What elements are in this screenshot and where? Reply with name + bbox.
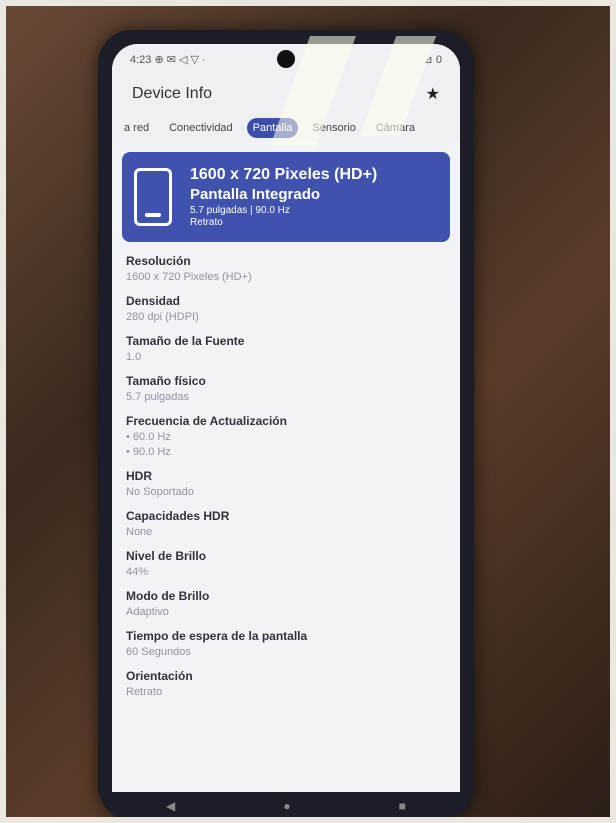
item-key: Tamaño físico xyxy=(126,374,206,388)
item-key: Orientación xyxy=(126,669,193,683)
list-item: Nivel de Brillo 44% xyxy=(126,549,446,578)
status-bar: 4:23 ⊕ ✉ ◁ ▽ · ⊿ 0 xyxy=(112,44,460,74)
list-item: Resolución 1600 x 720 Pixeles (HD+) xyxy=(126,254,446,283)
item-value: None xyxy=(126,526,153,538)
status-left: 4:23 ⊕ ✉ ◁ ▽ · xyxy=(130,53,206,66)
list-item: Modo de Brillo Adaptivo xyxy=(126,589,446,618)
tab-conectividad[interactable]: Conectividad xyxy=(163,118,239,138)
list-item: Tiempo de espera de la pantalla 60 Segun… xyxy=(126,629,446,658)
front-camera xyxy=(277,50,295,68)
list-item: Tamaño físico 5.7 pulgadas xyxy=(126,374,446,403)
item-value: 1.0 xyxy=(126,351,142,363)
hero-resolution: 1600 x 720 Pixeles (HD+) xyxy=(190,166,378,183)
hero-type: Pantalla Integrado xyxy=(190,186,321,203)
item-value: • 60.0 Hz xyxy=(126,431,171,443)
list-item: Tamaño de la Fuente 1.0 xyxy=(126,334,446,363)
item-key: HDR xyxy=(126,469,152,483)
hero-specs: 5.7 pulgadas | 90.0 Hz xyxy=(190,205,290,216)
list-item: Densidad 280 dpi (HDPI) xyxy=(126,294,446,323)
item-key: Nivel de Brillo xyxy=(126,549,207,563)
item-value: 1600 x 720 Pixeles (HD+) xyxy=(126,271,252,283)
item-key: Modo de Brillo xyxy=(126,589,210,603)
recents-icon[interactable]: ■ xyxy=(399,799,406,813)
list-item: Orientación Retrato xyxy=(126,669,446,698)
display-summary-card: 1600 x 720 Pixeles (HD+) Pantalla Integr… xyxy=(122,152,450,242)
tab-camara[interactable]: Cámara xyxy=(370,118,421,138)
item-value: 44% xyxy=(126,566,149,578)
home-icon[interactable]: ● xyxy=(283,799,290,813)
screen: 4:23 ⊕ ✉ ◁ ▽ · ⊿ 0 Device Info ★ a red C… xyxy=(112,44,460,792)
status-right: ⊿ 0 xyxy=(423,53,442,66)
back-icon[interactable]: ◀ xyxy=(166,799,175,813)
system-nav-bar: ◀ ● ■ xyxy=(112,792,460,820)
list-item: HDR No Soportado xyxy=(126,469,446,498)
item-value: 60 Segundos xyxy=(126,646,191,658)
item-value-2: • 90.0 Hz xyxy=(126,446,171,458)
phone-device: 4:23 ⊕ ✉ ◁ ▽ · ⊿ 0 Device Info ★ a red C… xyxy=(98,30,474,820)
phone-screen-icon xyxy=(134,168,172,226)
item-key: Densidad xyxy=(126,294,181,308)
item-key: Frecuencia de Actualización xyxy=(126,414,287,428)
item-value: 5.7 pulgadas xyxy=(126,391,189,403)
list-item: Capacidades HDR None xyxy=(126,509,446,538)
tab-sensorio[interactable]: Sensorio xyxy=(306,118,361,138)
item-value: 280 dpi (HDPI) xyxy=(126,311,199,323)
tab-pantalla[interactable]: Pantalla xyxy=(246,118,299,138)
tab-bar: a red Conectividad Pantalla Sensorio Cám… xyxy=(112,114,460,142)
item-key: Resolución xyxy=(126,254,191,268)
item-key: Capacidades HDR xyxy=(126,509,230,523)
tab-red[interactable]: a red xyxy=(118,118,155,138)
item-value: Adaptivo xyxy=(126,606,169,618)
app-title: Device Info xyxy=(132,85,213,102)
info-list: Resolución 1600 x 720 Pixeles (HD+) Dens… xyxy=(112,248,460,715)
app-bar: Device Info ★ xyxy=(112,74,460,114)
item-value: Retrato xyxy=(126,686,163,698)
item-value: No Soportado xyxy=(126,486,194,498)
item-key: Tamaño de la Fuente xyxy=(126,334,245,348)
item-key: Tiempo de espera de la pantalla xyxy=(126,629,308,643)
hero-orientation: Retrato xyxy=(190,217,223,228)
star-icon[interactable]: ★ xyxy=(426,84,440,104)
list-item: Frecuencia de Actualización • 60.0 Hz • … xyxy=(126,414,446,458)
